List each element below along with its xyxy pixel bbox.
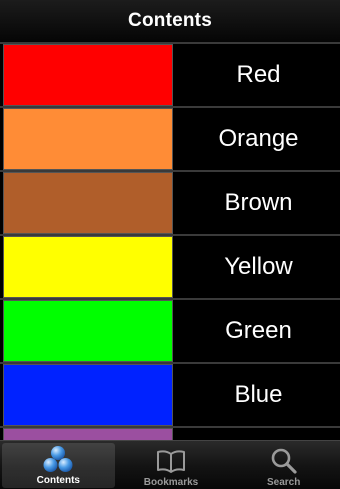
color-swatch <box>3 364 173 426</box>
search-icon <box>270 446 298 476</box>
color-swatch <box>3 172 173 234</box>
color-label: Green <box>225 317 292 344</box>
color-swatch <box>3 44 173 106</box>
page-title: Contents <box>128 10 212 31</box>
color-label: Brown <box>224 189 293 216</box>
list-item-blue[interactable]: Blue <box>0 362 340 426</box>
contents-icon <box>42 444 74 474</box>
app-screen: Contents Red Orange Brown Yellow Green B… <box>0 0 340 489</box>
tab-bar: Contents Bookmarks Search <box>0 440 340 489</box>
tab-search[interactable]: Search <box>227 441 340 489</box>
color-swatch <box>3 108 173 170</box>
tab-bookmarks[interactable]: Bookmarks <box>115 441 228 489</box>
color-label <box>173 428 340 440</box>
color-swatch <box>3 428 173 440</box>
color-swatch <box>3 236 173 298</box>
tab-label: Search <box>267 477 301 488</box>
list-item-yellow[interactable]: Yellow <box>0 234 340 298</box>
color-label: Red <box>236 61 281 88</box>
color-label: Blue <box>234 381 283 408</box>
tab-label: Bookmarks <box>143 477 199 488</box>
tab-label: Contents <box>36 475 80 486</box>
list-item-orange[interactable]: Orange <box>0 106 340 170</box>
list-item-brown[interactable]: Brown <box>0 170 340 234</box>
list-item-green[interactable]: Green <box>0 298 340 362</box>
book-icon <box>156 446 186 476</box>
list-item-purple[interactable] <box>0 426 340 440</box>
tab-contents[interactable]: Contents <box>2 443 115 488</box>
color-label: Orange <box>218 125 299 152</box>
navigation-bar: Contents <box>0 0 340 42</box>
color-list[interactable]: Red Orange Brown Yellow Green Blue <box>0 42 340 440</box>
color-label: Yellow <box>224 253 293 280</box>
color-swatch <box>3 300 173 362</box>
list-item-red[interactable]: Red <box>0 42 340 106</box>
